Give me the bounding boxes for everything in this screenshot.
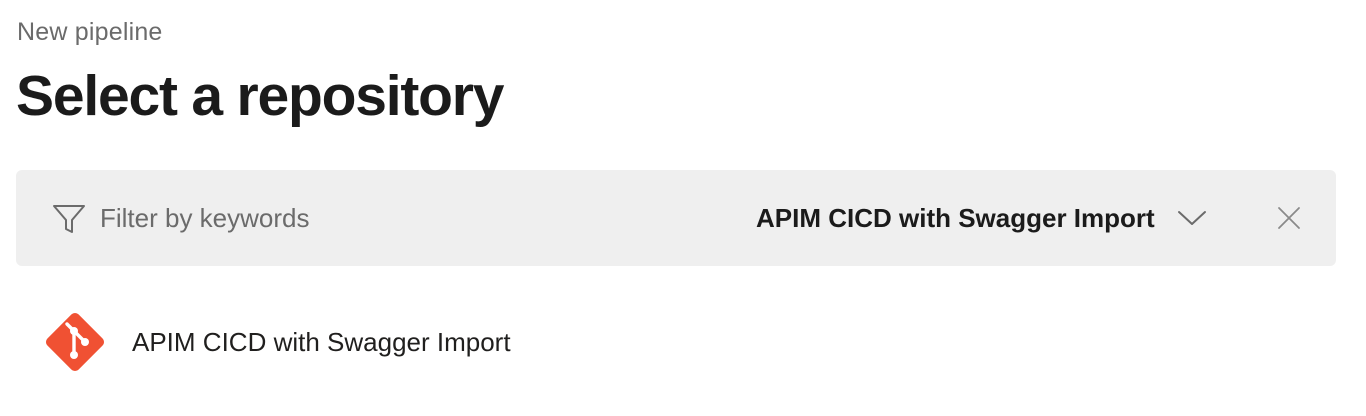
git-icon [45,312,105,372]
filter-icon[interactable] [52,203,86,235]
selected-repository-label: APIM CICD with Swagger Import [756,202,1155,233]
chevron-down-icon [1177,211,1206,225]
repository-list-item[interactable]: APIM CICD with Swagger Import [40,306,840,378]
filter-bar: APIM CICD with Swagger Import [16,170,1336,266]
filter-keywords-input[interactable] [100,198,660,238]
page-title: Select a repository [16,64,504,128]
new-pipeline-page: New pipeline Select a repository APIM CI… [0,0,1366,416]
close-icon[interactable] [1277,206,1301,230]
repository-dropdown[interactable]: APIM CICD with Swagger Import [756,196,1207,240]
repository-name: APIM CICD with Swagger Import [132,326,511,357]
breadcrumb: New pipeline [17,18,163,46]
